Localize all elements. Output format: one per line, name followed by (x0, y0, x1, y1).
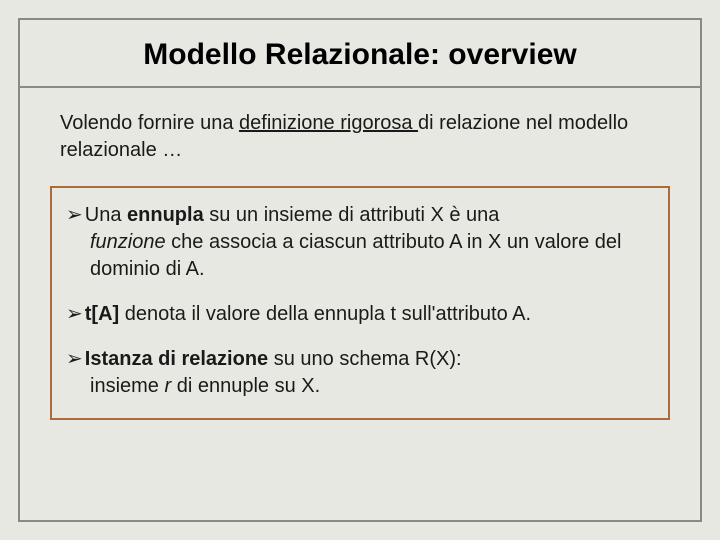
bullet-item-3: ➢Istanza di relazione su uno schema R(X)… (66, 346, 654, 400)
bullet-2-body: t[A] denota il valore della ennupla t su… (85, 303, 531, 325)
bullet-1-d: funzione (90, 231, 166, 253)
bullet-3-body: Istanza di relazione su uno schema R(X):… (66, 348, 654, 400)
slide-frame: Modello Relazionale: overview Volendo fo… (18, 18, 702, 522)
bullet-2-a: t[A] (85, 303, 119, 325)
bullet-3-c: r (164, 375, 176, 397)
bullet-item-1: ➢Una ennupla su un insieme di attributi … (66, 202, 654, 283)
bullet-1-body: Una ennupla su un insieme di attributi X… (66, 204, 654, 283)
bullet-3-b2: insieme (90, 375, 164, 397)
intro-text-underlined: definizione rigorosa (239, 112, 418, 134)
bullet-arrow-icon: ➢ (66, 346, 83, 373)
definition-box: ➢Una ennupla su un insieme di attributi … (50, 186, 670, 420)
bullet-3-d: di ennuple su X. (177, 375, 320, 397)
bullet-3-a: Istanza di relazione (85, 348, 268, 370)
bullet-2-b: denota il valore della ennupla t sull'at… (119, 303, 531, 325)
bullet-1-a: Una (85, 204, 127, 226)
bullet-1-b: ennupla (127, 204, 204, 226)
bullet-1-e: che associa a ciascun attributo A in X u… (90, 231, 621, 280)
bullet-arrow-icon: ➢ (66, 301, 83, 328)
bullet-1-c: su un insieme di attributi X è una (204, 204, 500, 226)
bullet-arrow-icon: ➢ (66, 202, 83, 229)
intro-paragraph: Volendo fornire una definizione rigorosa… (20, 88, 700, 164)
intro-text-before: Volendo fornire una (60, 112, 239, 134)
bullet-item-2: ➢t[A] denota il valore della ennupla t s… (66, 301, 654, 328)
slide-title: Modello Relazionale: overview (20, 20, 700, 86)
bullet-3-b: su uno schema R(X): (268, 348, 461, 370)
